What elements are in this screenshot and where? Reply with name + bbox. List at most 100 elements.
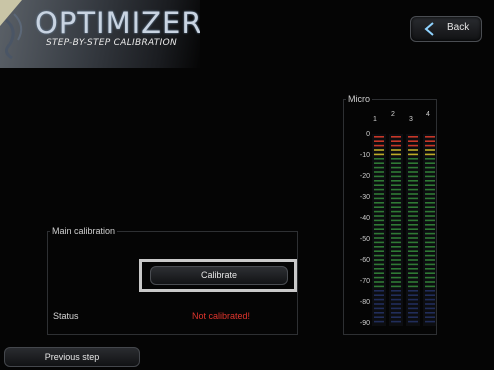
level-meter-bars bbox=[372, 134, 436, 326]
meter-segment bbox=[374, 250, 384, 252]
meter-segment bbox=[374, 202, 384, 204]
meter-segment bbox=[391, 162, 401, 164]
meter-segment bbox=[391, 290, 401, 292]
meter-segment bbox=[374, 276, 384, 279]
previous-step-button[interactable]: Previous step bbox=[4, 347, 140, 367]
meter-segment bbox=[408, 180, 418, 182]
meter-segment bbox=[374, 237, 384, 239]
meter-segment bbox=[408, 215, 418, 217]
meter-segment bbox=[391, 320, 401, 323]
meter-segment bbox=[408, 294, 418, 296]
meter-segment bbox=[408, 232, 418, 235]
meter-segment bbox=[374, 219, 384, 222]
meter-segment bbox=[425, 202, 435, 204]
meter-segment bbox=[391, 263, 401, 266]
meter-segment bbox=[391, 259, 401, 261]
meter-segment bbox=[391, 246, 401, 248]
meter-segment bbox=[408, 298, 418, 301]
meter-segment bbox=[391, 307, 401, 310]
meter-segment bbox=[408, 219, 418, 222]
meter-segment bbox=[408, 136, 418, 138]
meter-segment bbox=[425, 316, 435, 318]
meter-segment bbox=[374, 232, 384, 235]
meter-segment bbox=[374, 197, 384, 200]
meter-segment bbox=[425, 320, 435, 323]
meter-segment bbox=[374, 180, 384, 182]
main-calibration-title: Main calibration bbox=[50, 226, 118, 236]
meter-segment bbox=[374, 140, 384, 142]
meter-segment bbox=[391, 136, 401, 138]
meter-segment bbox=[374, 144, 384, 147]
meter-segment bbox=[425, 281, 435, 283]
meter-segment bbox=[391, 298, 401, 301]
meter-segment bbox=[408, 171, 418, 173]
meter-segment bbox=[374, 193, 384, 195]
meter-segment bbox=[374, 171, 384, 173]
meter-segment bbox=[408, 246, 418, 248]
meter-segment bbox=[408, 158, 418, 160]
meter-segment bbox=[374, 184, 384, 186]
meter-segment bbox=[408, 228, 418, 230]
meter-segment bbox=[408, 285, 418, 288]
meter-segment bbox=[374, 206, 384, 208]
meter-segment bbox=[408, 197, 418, 200]
meter-segment bbox=[391, 202, 401, 204]
meter-segment bbox=[374, 294, 384, 296]
meter-segment bbox=[374, 254, 384, 257]
meter-segment bbox=[408, 162, 418, 164]
meter-segment bbox=[391, 171, 401, 173]
meter-segment bbox=[391, 272, 401, 274]
meter-segment bbox=[408, 276, 418, 279]
meter-segment bbox=[374, 316, 384, 318]
meter-segment bbox=[374, 162, 384, 164]
meter-segment bbox=[425, 250, 435, 252]
meter-segment bbox=[408, 259, 418, 261]
meter-segment bbox=[374, 268, 384, 270]
meter-segment bbox=[425, 303, 435, 305]
meter-segment bbox=[408, 254, 418, 257]
meter-segment bbox=[425, 171, 435, 173]
meter-segment bbox=[425, 140, 435, 142]
meter-segment bbox=[425, 153, 435, 156]
app-title: OPTIMIZER bbox=[35, 6, 200, 40]
meter-segment bbox=[391, 250, 401, 252]
meter-segment bbox=[425, 193, 435, 195]
meter-segment bbox=[374, 241, 384, 244]
meter-segment bbox=[391, 158, 401, 160]
meter-segment bbox=[408, 303, 418, 305]
meter-segment bbox=[425, 136, 435, 138]
meter-segment bbox=[408, 320, 418, 323]
meter-segment bbox=[408, 206, 418, 208]
meter-segment bbox=[408, 140, 418, 142]
meter-segment bbox=[374, 149, 384, 151]
meter-segment bbox=[425, 224, 435, 226]
app-header: OPTIMIZER STEP-BY-STEP CALIBRATION bbox=[0, 0, 200, 68]
micro-meter-panel: Micro 1 2 3 4 0 -10 -20 -30 -40 -50 -60 … bbox=[343, 94, 437, 335]
meter-segment bbox=[374, 312, 384, 314]
meter-segment bbox=[391, 254, 401, 257]
meter-segment bbox=[391, 228, 401, 230]
meter-segment bbox=[425, 268, 435, 270]
meter-segment bbox=[425, 188, 435, 191]
meter-segment bbox=[425, 246, 435, 248]
meter-segment bbox=[391, 166, 401, 169]
meter-segment bbox=[408, 188, 418, 191]
calibrate-button[interactable]: Calibrate bbox=[150, 266, 288, 285]
meter-segment bbox=[408, 144, 418, 147]
meter-segment bbox=[374, 188, 384, 191]
meter-segment bbox=[391, 285, 401, 288]
meter-segment bbox=[391, 219, 401, 222]
meter-segment bbox=[425, 144, 435, 147]
meter-segment bbox=[374, 215, 384, 217]
meter-segment bbox=[425, 276, 435, 279]
meter-segment bbox=[391, 153, 401, 156]
meter-segment bbox=[374, 290, 384, 292]
meter-segment bbox=[391, 149, 401, 151]
back-button[interactable]: Back bbox=[410, 16, 482, 42]
meter-segment bbox=[425, 263, 435, 266]
meter-segment bbox=[408, 307, 418, 310]
meter-segment bbox=[391, 180, 401, 182]
meter-segment bbox=[425, 254, 435, 257]
meter-segment bbox=[408, 263, 418, 266]
meter-segment bbox=[425, 149, 435, 151]
